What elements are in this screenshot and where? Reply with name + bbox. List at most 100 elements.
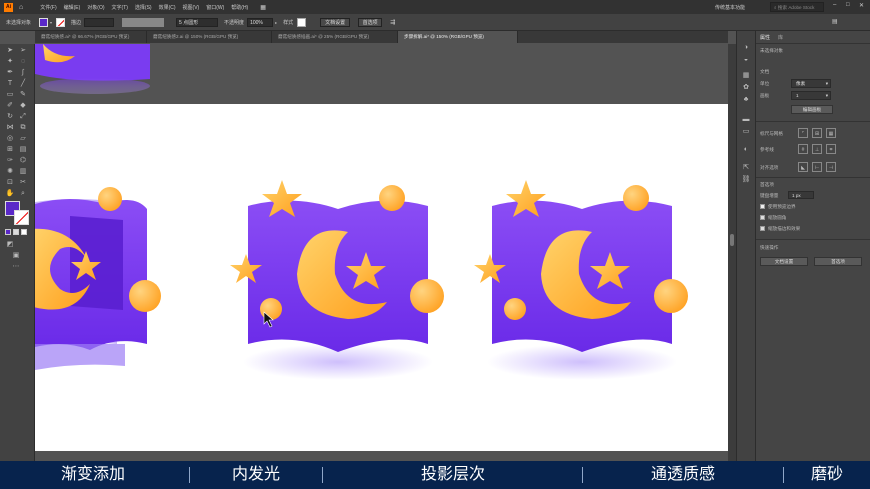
grid-icon[interactable]: ⊞ (812, 128, 822, 138)
arrange-icon[interactable]: ⇶ (390, 19, 395, 26)
draw-mode-icon[interactable]: ◩ (5, 240, 15, 250)
rectangle-tool-icon[interactable]: ▭ (5, 90, 15, 100)
color-panel-icon[interactable]: ◑ (741, 43, 751, 53)
doc-setup-button[interactable]: 文档设置 (320, 17, 351, 27)
scale-corners-row[interactable]: 缩放圆角 (760, 215, 786, 221)
document-setup-button[interactable]: 文档设置 (760, 257, 808, 266)
color-guide-icon[interactable]: ◒ (741, 55, 751, 65)
hand-tool-icon[interactable]: ✋ (5, 189, 15, 199)
pen-tool-icon[interactable]: ✒ (5, 68, 15, 78)
lasso-icon[interactable]: ◌ (18, 57, 28, 67)
export-icon[interactable]: ⇱ (741, 163, 751, 173)
workspace-switcher[interactable]: 传统基本功能 (715, 4, 745, 11)
menu-window[interactable]: 窗口(W) (206, 4, 224, 11)
eyedropper-icon[interactable]: ✑ (5, 156, 15, 166)
menu-effect[interactable]: 效果(C) (159, 4, 176, 11)
key-increment-field[interactable]: 1 px (788, 191, 814, 199)
close-icon[interactable]: ✕ (859, 2, 864, 9)
zoom-tool-icon[interactable]: ⌕ (18, 189, 28, 199)
color-mode-icon[interactable] (5, 229, 11, 235)
maximize-icon[interactable]: □ (846, 2, 850, 8)
paintbrush-icon[interactable]: ✎ (18, 90, 28, 100)
snap-point-icon[interactable]: ◣ (798, 162, 808, 172)
arrange-documents-icon[interactable]: ▦ (260, 4, 266, 11)
search-stock-field[interactable]: ⌕ 搜索 Adobe Stock (770, 2, 824, 12)
prefs-button[interactable]: 首选项 (358, 17, 383, 27)
more-tools-icon[interactable]: ⋯ (11, 262, 21, 272)
canvas-area[interactable] (35, 44, 728, 461)
scale-strokes-row[interactable]: 缩放描边和效果 (760, 226, 800, 232)
chevron-right-icon[interactable]: ▸ (275, 20, 277, 25)
scroll-thumb[interactable] (730, 234, 734, 246)
none-mode-icon[interactable] (21, 229, 27, 235)
stroke-color-swatch[interactable] (14, 210, 29, 225)
fill-swatch[interactable] (39, 17, 49, 27)
stroke-swatch[interactable] (56, 17, 66, 27)
scale-strokes-checkbox[interactable] (760, 226, 765, 232)
brush-field[interactable]: 5 点圆形 (176, 17, 219, 27)
free-transform-icon[interactable]: ⧉ (18, 123, 28, 133)
links-icon[interactable]: ⛓ (741, 175, 751, 185)
show-guides-icon[interactable]: # (798, 144, 808, 154)
artboard-select[interactable]: 1 ▾ (791, 91, 831, 100)
tab-doc-2[interactable]: 蘑菇纽质感2.ai @ 150% (RGB/GPU 预览) (147, 31, 272, 43)
preview-bounds-row[interactable]: 使用预览边界 (760, 204, 796, 210)
units-select[interactable]: 像素 ▾ (791, 79, 831, 88)
symbol-sprayer-icon[interactable]: ✺ (5, 167, 15, 177)
menu-type[interactable]: 文字(T) (112, 4, 128, 11)
shaper-tool-icon[interactable]: ✐ (5, 101, 15, 111)
magic-wand-icon[interactable]: ✦ (5, 57, 15, 67)
direct-selection-tool-icon[interactable]: ➢ (18, 46, 28, 56)
home-icon[interactable]: ⌂ (19, 4, 23, 11)
edit-artboard-button[interactable]: 编辑画板 (791, 105, 833, 114)
line-tool-icon[interactable]: ╱ (18, 79, 28, 89)
chevron-down-icon[interactable]: ▾ (50, 20, 52, 25)
blend-tool-icon[interactable]: ⌬ (18, 156, 28, 166)
swatches-icon[interactable]: ▦ (741, 71, 751, 81)
layers-icon[interactable]: ▬ (741, 115, 751, 125)
gradient-tool-icon[interactable]: ▤ (18, 145, 28, 155)
rotate-tool-icon[interactable]: ↻ (5, 112, 15, 122)
perspective-grid-icon[interactable]: ▱ (18, 134, 28, 144)
mesh-tool-icon[interactable]: ⊞ (5, 145, 15, 155)
ruler-icon[interactable]: ⌜ (798, 128, 808, 138)
tab-doc-1[interactable]: 蘑菇纽质感.ai* @ 66.67% (RGB/GPU 预览) (35, 31, 147, 43)
lock-guides-icon[interactable]: ⊥ (812, 144, 822, 154)
variable-width-field[interactable] (122, 17, 165, 27)
shape-builder-icon[interactable]: ◎ (5, 134, 15, 144)
slice-tool-icon[interactable]: ✂ (18, 178, 28, 188)
width-tool-icon[interactable]: ⋈ (5, 123, 15, 133)
symbols-icon[interactable]: ♣ (741, 95, 751, 105)
menu-file[interactable]: 文件(F) (40, 4, 56, 11)
snap-pixel-icon[interactable]: ⊢ (812, 162, 822, 172)
screen-mode-icon[interactable]: ▣ (11, 251, 21, 261)
smart-guides-icon[interactable]: ⌗ (826, 144, 836, 154)
stroke-weight-field[interactable] (84, 17, 115, 27)
artboard-tool-icon[interactable]: ⊡ (5, 178, 15, 188)
menu-view[interactable]: 视图(V) (183, 4, 200, 11)
vertical-scrollbar[interactable] (728, 44, 736, 461)
preview-bounds-checkbox[interactable] (760, 204, 765, 210)
menu-edit[interactable]: 编辑(E) (64, 4, 81, 11)
panel-menu-icon[interactable]: ▤ (832, 18, 838, 25)
graph-tool-icon[interactable]: ▥ (18, 167, 28, 177)
minimize-icon[interactable]: – (833, 2, 836, 8)
brushes-icon[interactable]: ✿ (741, 83, 751, 93)
snap-glyph-icon[interactable]: ⊣ (826, 162, 836, 172)
preferences-button[interactable]: 首选项 (814, 257, 862, 266)
selection-tool-icon[interactable]: ➤ (5, 46, 15, 56)
menu-select[interactable]: 选择(S) (135, 4, 152, 11)
scale-corners-checkbox[interactable] (760, 215, 765, 221)
tab-properties[interactable]: 属性 (760, 34, 770, 41)
style-swatch[interactable] (297, 17, 307, 27)
tab-libraries[interactable]: 库 (778, 34, 783, 41)
menu-help[interactable]: 帮助(H) (231, 4, 248, 11)
tab-doc-4[interactable]: 步骤拆解.ai* @ 150% (RGB/GPU 预览) (398, 31, 518, 43)
opacity-field[interactable]: 100% (247, 17, 274, 27)
appearance-icon[interactable]: ◐ (741, 145, 751, 155)
menu-object[interactable]: 对象(O) (87, 4, 104, 11)
scale-tool-icon[interactable]: ⤢ (18, 112, 28, 122)
type-tool-icon[interactable]: T (5, 79, 15, 89)
eraser-icon[interactable]: ◆ (18, 101, 28, 111)
gradient-mode-icon[interactable] (13, 229, 19, 235)
